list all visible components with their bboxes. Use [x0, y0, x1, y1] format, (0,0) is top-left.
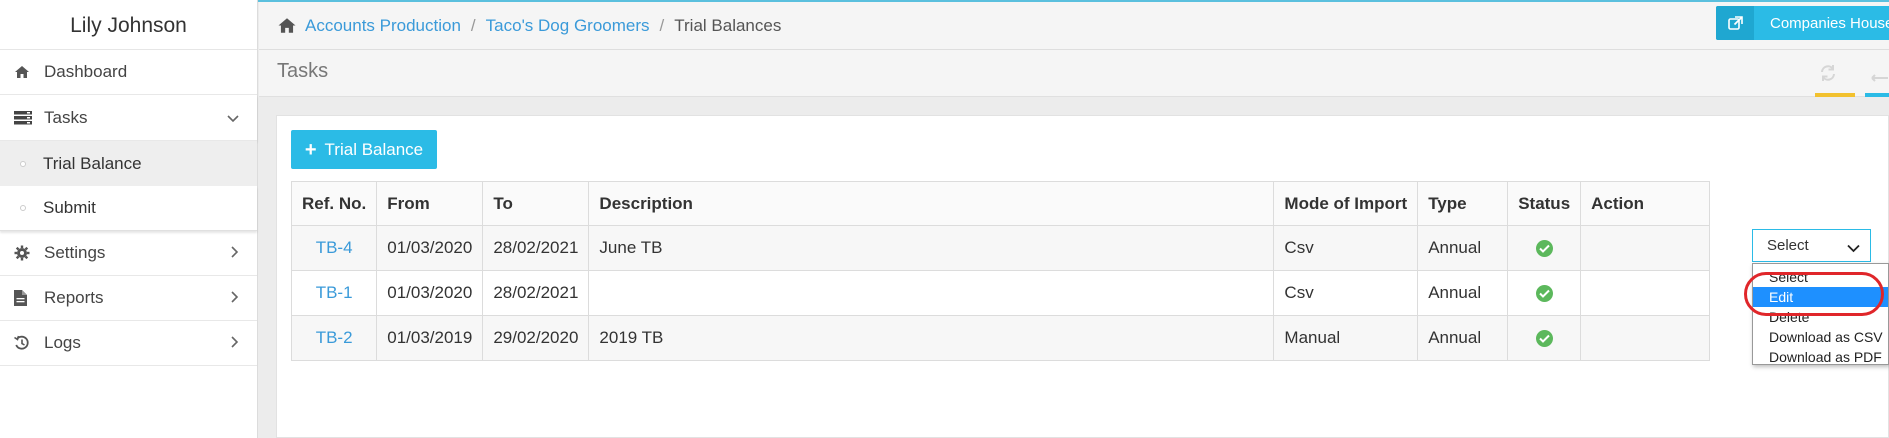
plus-icon: +: [304, 138, 317, 161]
table-header-row: Ref. No. From To Description Mode of Imp…: [290, 181, 1711, 226]
companies-house-button[interactable]: Companies House: [1716, 6, 1889, 40]
trial-balance-table: Ref. No. From To Description Mode of Imp…: [290, 181, 1711, 361]
action-select-value: Select: [1767, 237, 1809, 254]
cell-from: 01/03/2020: [376, 225, 484, 271]
cell-mode: Manual: [1273, 315, 1419, 361]
cell-description: 2019 TB: [588, 315, 1275, 361]
table-row: TB-2 01/03/2019 29/02/2020 2019 TB Manua…: [290, 315, 1711, 361]
sidebar-item-label: Reports: [44, 288, 104, 307]
ref-link[interactable]: TB-4: [316, 238, 353, 257]
cell-action: [1580, 225, 1711, 271]
col-header-description[interactable]: Description: [588, 181, 1275, 226]
cell-to: 28/02/2021: [482, 270, 590, 316]
breadcrumb-link-accounts-production[interactable]: Accounts Production: [305, 16, 461, 36]
chevron-down-icon: [227, 108, 239, 128]
check-circle-icon: [1535, 240, 1553, 258]
cell-type: Annual: [1417, 315, 1509, 361]
external-link-icon: [1716, 6, 1754, 40]
add-trial-balance-label: Trial Balance: [324, 139, 424, 159]
bullet-icon: [20, 160, 26, 167]
dropdown-option-download-csv[interactable]: Download as CSV: [1753, 327, 1888, 347]
sidebar-item-label: Tasks: [44, 107, 88, 127]
col-header-action: Action: [1580, 181, 1711, 226]
content-panel: + Trial Balance Ref. No. From To Descrip…: [276, 115, 1889, 438]
sidebar-subitem-submit[interactable]: Submit: [0, 186, 257, 231]
sidebar-item-tasks[interactable]: Tasks: [0, 95, 257, 141]
table-row: TB-1 01/03/2020 28/02/2021 Csv Annual: [290, 270, 1711, 316]
cell-mode: Csv: [1273, 225, 1419, 271]
cell-status: [1507, 225, 1582, 271]
page-title: Tasks: [277, 60, 329, 82]
home-icon[interactable]: [277, 17, 297, 34]
sidebar-subitem-trial-balance[interactable]: Trial Balance: [0, 141, 257, 186]
check-circle-icon: [1535, 330, 1553, 348]
sidebar-item-label: Logs: [44, 333, 81, 352]
col-header-type[interactable]: Type: [1417, 181, 1509, 226]
cell-to: 28/02/2021: [482, 225, 590, 271]
chevron-right-icon: [231, 288, 239, 308]
annotation-highlight-circle: [1744, 272, 1884, 316]
breadcrumb-link-client[interactable]: Taco's Dog Groomers: [486, 16, 650, 36]
col-header-status[interactable]: Status: [1507, 181, 1582, 226]
refresh-indicator-bar: [1815, 93, 1855, 97]
sidebar-item-dashboard[interactable]: Dashboard: [0, 50, 257, 95]
cell-type: Annual: [1417, 270, 1509, 316]
tasks-header: Tasks: [259, 50, 1889, 97]
chevron-right-icon: [231, 243, 239, 263]
breadcrumb-separator: /: [470, 15, 476, 35]
sidebar-item-label: Dashboard: [44, 62, 128, 81]
breadcrumb: Accounts Production / Taco's Dog Groomer…: [259, 2, 1889, 50]
refresh-icon[interactable]: [1819, 64, 1837, 87]
cell-mode: Csv: [1273, 270, 1419, 316]
ref-link[interactable]: TB-2: [316, 328, 353, 347]
gear-icon: [14, 245, 44, 261]
add-trial-balance-button[interactable]: + Trial Balance: [291, 130, 437, 169]
cell-from: 01/03/2020: [376, 270, 484, 316]
cell-description: [588, 270, 1275, 316]
cell-status: [1507, 270, 1582, 316]
cell-type: Annual: [1417, 225, 1509, 271]
chevron-down-icon: [1847, 240, 1860, 257]
document-icon: [14, 290, 44, 306]
companies-house-label: Companies House: [1770, 14, 1889, 32]
history-icon: [14, 335, 44, 351]
resize-icon[interactable]: [1871, 68, 1889, 88]
cell-status: [1507, 315, 1582, 361]
sidebar-item-reports[interactable]: Reports: [0, 276, 257, 321]
breadcrumb-current: Trial Balances: [674, 15, 782, 35]
sidebar-item-settings[interactable]: Settings: [0, 231, 257, 276]
cell-action: [1580, 315, 1711, 361]
dropdown-option-download-pdf[interactable]: Download as PDF: [1753, 347, 1888, 367]
home-icon: [14, 65, 44, 79]
sidebar-subitem-label: Submit: [43, 198, 96, 217]
check-circle-icon: [1535, 285, 1553, 303]
cell-description: June TB: [588, 225, 1275, 271]
col-header-mode[interactable]: Mode of Import: [1273, 181, 1419, 226]
sidebar-subitem-label: Trial Balance: [43, 153, 142, 173]
action-select[interactable]: Select: [1752, 229, 1871, 262]
user-name: Lily Johnson: [0, 0, 257, 50]
ref-link[interactable]: TB-1: [316, 283, 353, 302]
breadcrumb-separator: /: [659, 15, 665, 35]
sidebar-item-label: Settings: [44, 243, 106, 262]
sidebar: Lily Johnson Dashboard Tasks Trial Balan…: [0, 0, 258, 438]
chevron-right-icon: [231, 333, 239, 353]
cell-action: [1580, 270, 1711, 316]
col-header-ref[interactable]: Ref. No.: [290, 181, 378, 226]
col-header-from[interactable]: From: [376, 181, 484, 226]
cell-to: 29/02/2020: [482, 315, 590, 361]
col-header-to[interactable]: To: [482, 181, 590, 226]
cell-from: 01/03/2019: [376, 315, 484, 361]
bullet-icon: [20, 205, 26, 211]
table-row: TB-4 01/03/2020 28/02/2021 June TB Csv A…: [290, 225, 1711, 271]
resize-indicator-bar: [1865, 93, 1889, 97]
server-icon: [14, 110, 44, 125]
sidebar-item-logs[interactable]: Logs: [0, 321, 257, 366]
